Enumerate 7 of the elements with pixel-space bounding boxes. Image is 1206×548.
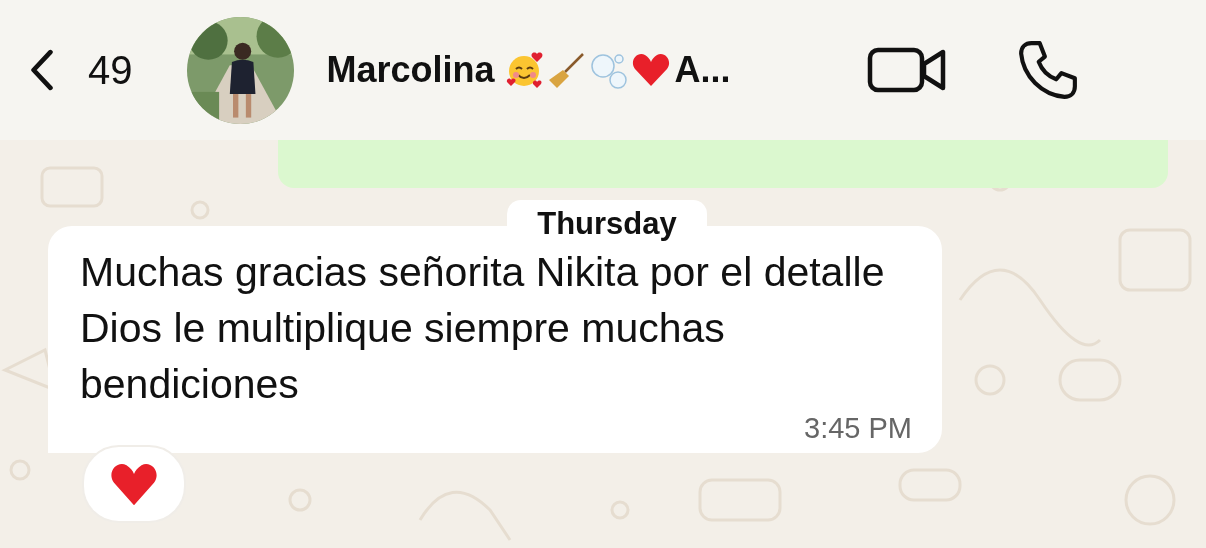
phone-icon: [1016, 39, 1079, 101]
smiling-face-icon: [504, 50, 545, 90]
message-text: Muchas gracias señorita Nikita por el detalle Dios le multiplique siempre muchas bendiciones: [80, 248, 886, 409]
contact-name-overflow[interactable]: A...: [674, 49, 731, 91]
message-time: 3:45 PM: [804, 412, 912, 445]
back-button[interactable]: 49: [26, 47, 133, 93]
contact-name[interactable]: Marcolina: [326, 49, 495, 91]
